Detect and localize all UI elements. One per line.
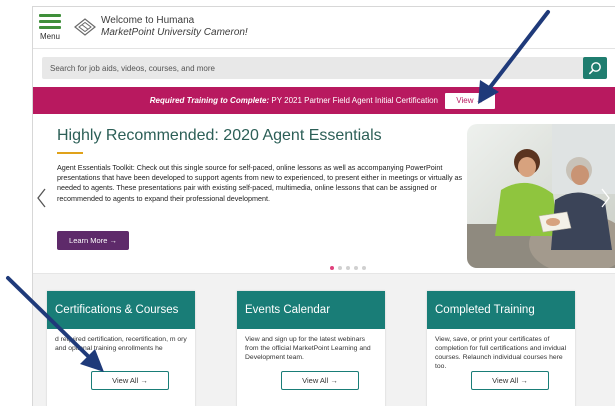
card-completed-training: Completed Training View, save, or print … [427, 291, 575, 406]
welcome-message: Welcome to Humana MarketPoint University… [101, 15, 248, 39]
hamburger-icon-bar [39, 26, 61, 29]
humana-logo-icon [74, 18, 96, 36]
view-all-certifications-button[interactable]: View All → [91, 371, 169, 390]
search-input[interactable] [42, 57, 578, 79]
chevron-right-icon[interactable] [598, 187, 612, 209]
view-all-completed-button[interactable]: View All → [471, 371, 549, 390]
card-title: Events Calendar [237, 291, 385, 329]
card-description: d required certification, recertificatio… [55, 336, 187, 352]
carousel-dot-3[interactable] [346, 266, 350, 270]
carousel-dots [330, 257, 370, 270]
card-description: View and sign up for the latest webinars… [245, 336, 371, 361]
banner-strong-text: Required Training to Complete: [149, 96, 270, 105]
card-events-calendar: Events Calendar View and sign up for the… [237, 291, 385, 406]
card-title: Completed Training [427, 291, 575, 329]
view-all-events-button[interactable]: View All → [281, 371, 359, 390]
banner-course-text: PY 2021 Partner Field Agent Initial Cert… [269, 96, 438, 105]
search-bar [42, 57, 607, 79]
card-certifications-courses: Certifications & Courses d required cert… [47, 291, 195, 406]
carousel-dot-1[interactable] [330, 266, 334, 270]
chevron-left-icon[interactable] [35, 187, 49, 209]
banner-text: Required Training to Complete: PY 2021 P… [33, 87, 438, 114]
card-title: Certifications & Courses [47, 291, 195, 329]
hero-title-underline [57, 152, 83, 154]
search-icon [589, 62, 601, 75]
welcome-line-1: Welcome to Humana [101, 15, 195, 26]
search-button[interactable] [583, 57, 607, 79]
hamburger-icon-bar [39, 20, 61, 23]
hero-photo [467, 124, 615, 268]
carousel-dot-4[interactable] [354, 266, 358, 270]
card-description: View, save, or print your certificates o… [435, 336, 567, 370]
required-training-banner: Required Training to Complete: PY 2021 P… [33, 87, 615, 114]
top-bar: Menu Welcome to Humana MarketPoint Unive… [33, 7, 615, 49]
page-frame: Menu Welcome to Humana MarketPoint Unive… [32, 6, 615, 406]
hero-title: Highly Recommended: 2020 Agent Essential… [57, 127, 382, 144]
learn-more-button[interactable]: Learn More → [57, 231, 129, 250]
carousel-dot-5[interactable] [362, 266, 366, 270]
menu-button[interactable]: Menu [37, 12, 63, 44]
welcome-line-2: MarketPoint University Cameron! [101, 27, 248, 38]
menu-label: Menu [39, 32, 60, 41]
carousel-dot-2[interactable] [338, 266, 342, 270]
view-required-training-button[interactable]: View → [445, 93, 495, 109]
hero-description: Agent Essentials Toolkit: Check out this… [57, 163, 463, 203]
hamburger-icon [39, 14, 61, 17]
